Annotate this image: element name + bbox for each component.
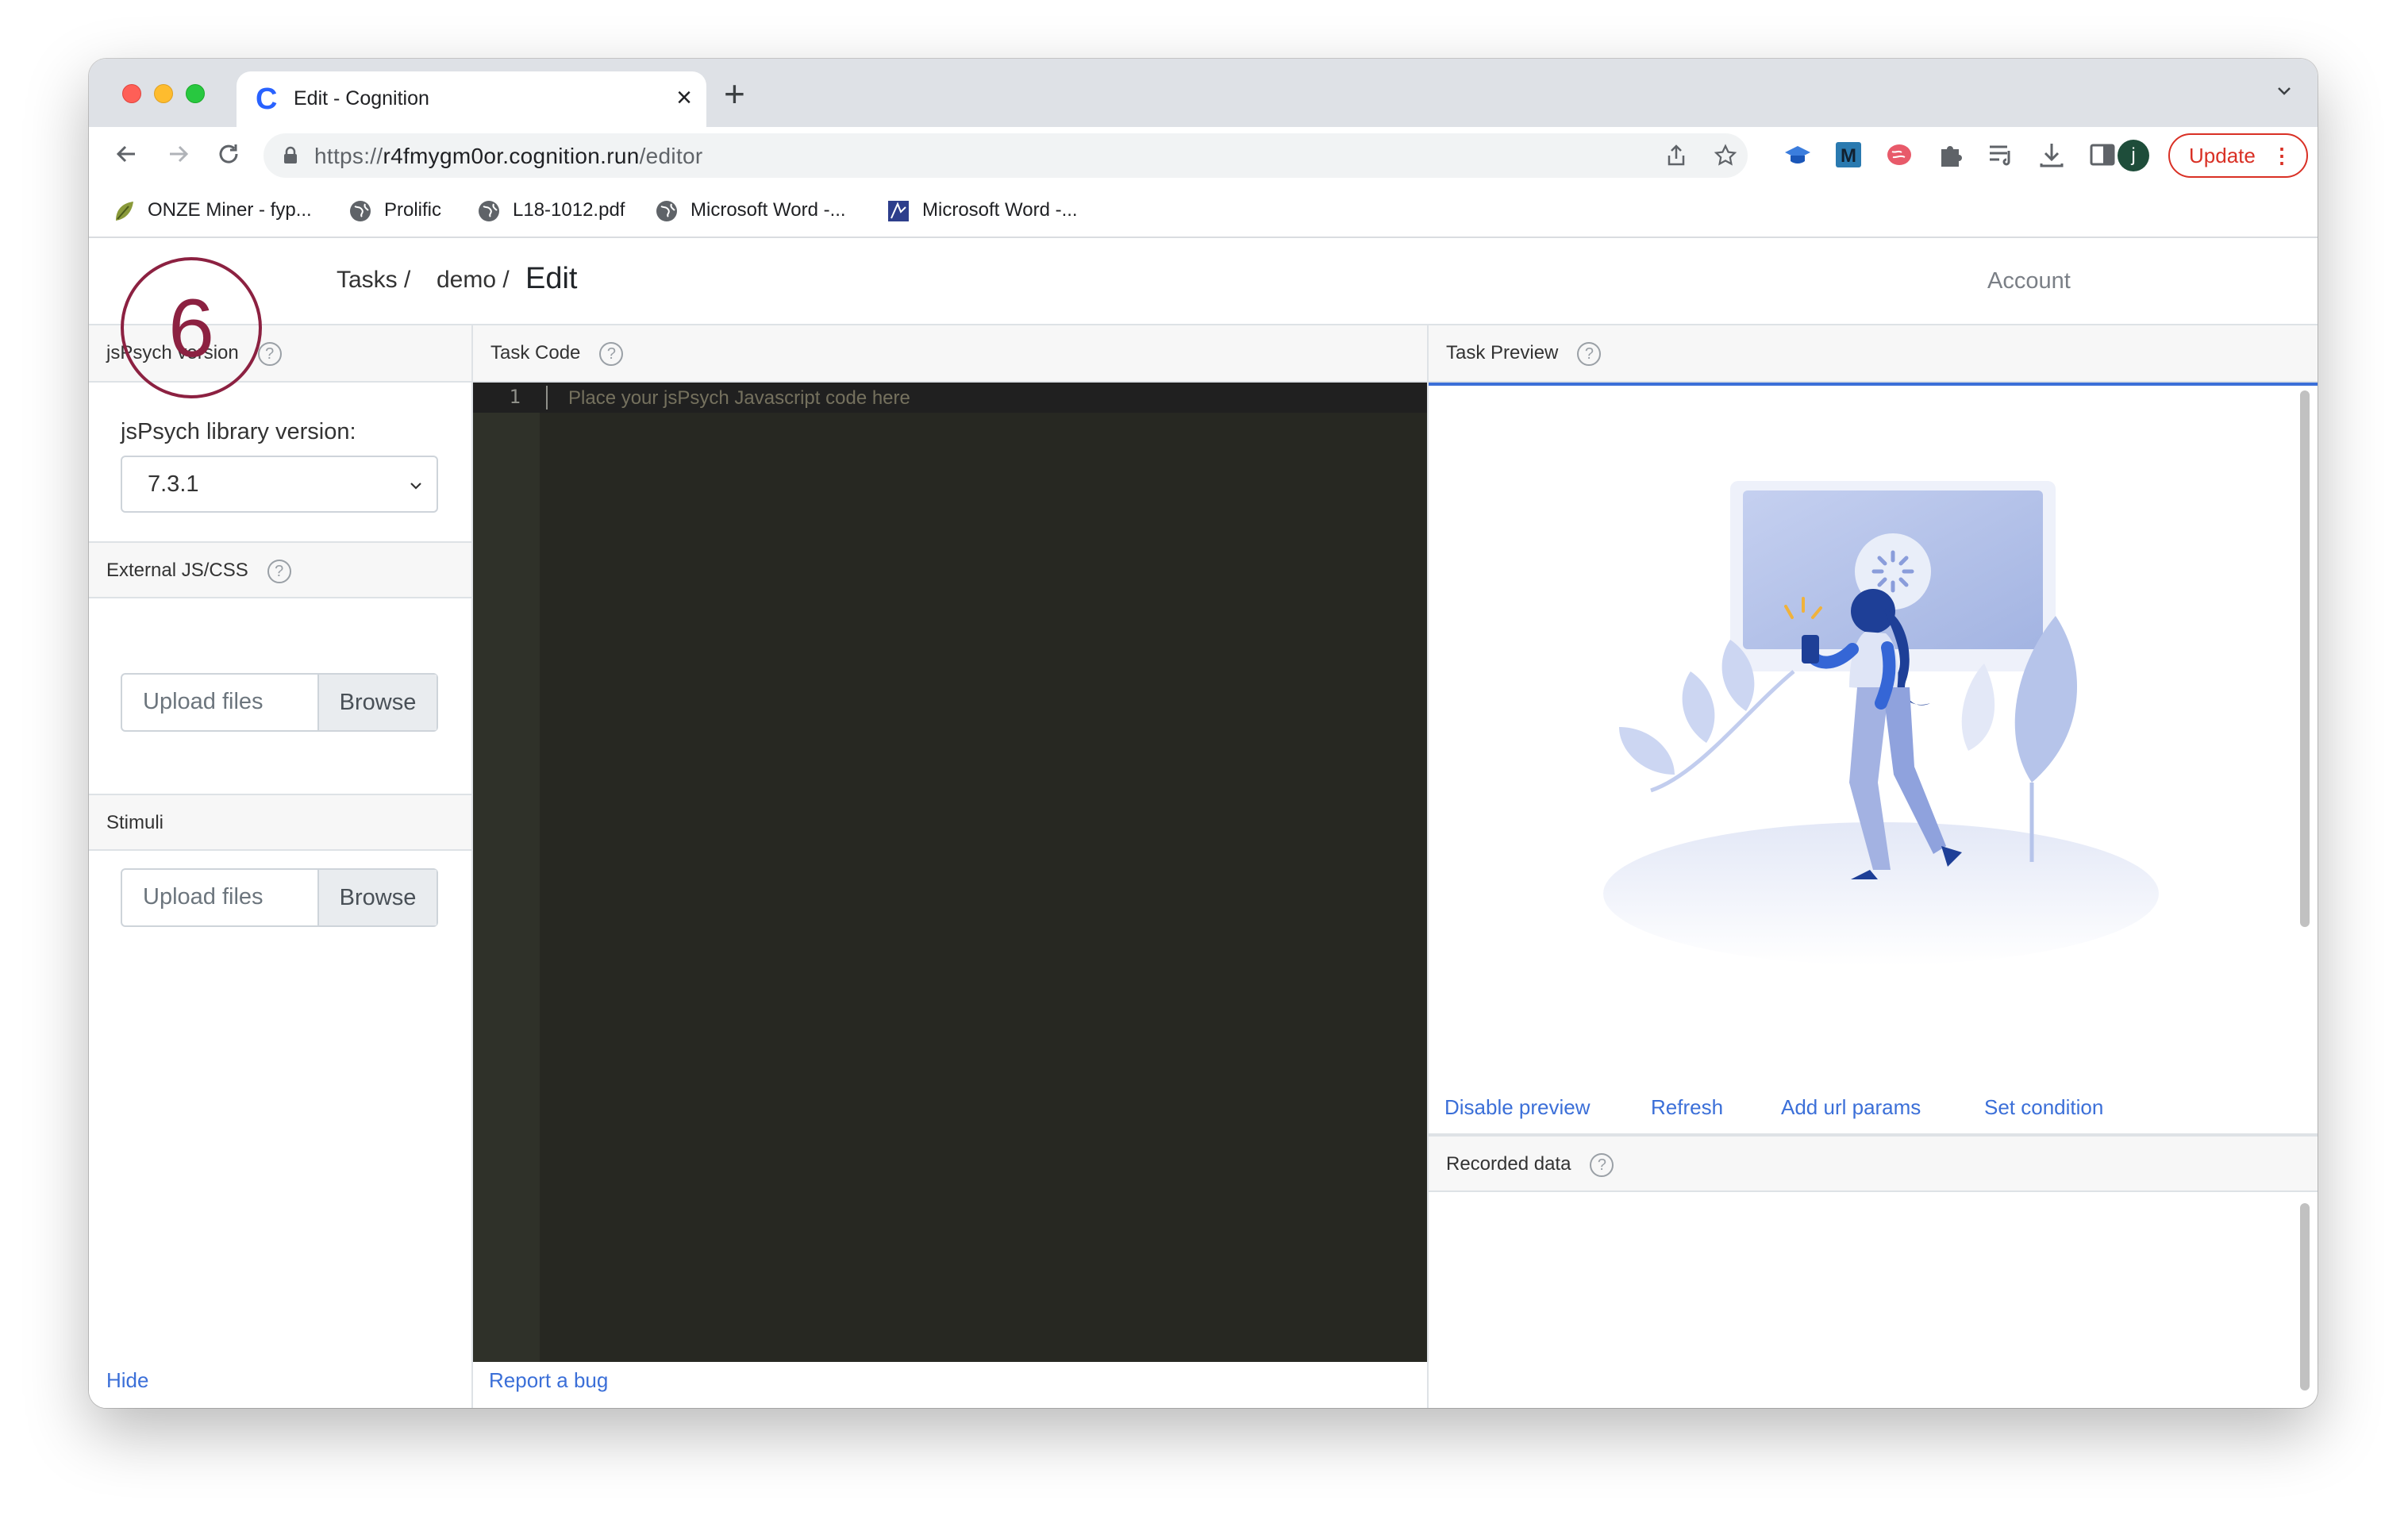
tab-close-icon[interactable]: ×: [676, 83, 692, 113]
browser-window: C Edit - Cognition × + https://r4fmygm0o…: [89, 59, 2318, 1408]
page-title: Edit: [525, 262, 578, 295]
add-url-params-link[interactable]: Add url params: [1781, 1095, 1921, 1120]
help-icon[interactable]: ?: [1590, 1152, 1614, 1177]
set-condition-link[interactable]: Set condition: [1984, 1095, 2103, 1120]
close-window-button[interactable]: [122, 84, 141, 103]
help-icon[interactable]: ?: [267, 559, 291, 583]
external-upload-field[interactable]: Upload files Browse: [121, 673, 438, 732]
globe-icon: [479, 201, 499, 221]
report-bug-link[interactable]: Report a bug: [489, 1368, 608, 1393]
side-panel-icon[interactable]: [2087, 140, 2118, 170]
cognition-app: Tasks / demo / Edit Account 6 jsPsych ve…: [89, 238, 2318, 1408]
address-bar[interactable]: https://r4fmygm0or.cognition.run/editor: [263, 133, 1748, 178]
tab-search-chevron-icon[interactable]: [2275, 81, 2294, 100]
line-number: 1: [509, 386, 521, 408]
reload-icon[interactable]: [213, 138, 244, 170]
code-editor[interactable]: 1 Place your jsPsych Javascript code her…: [473, 383, 1427, 1362]
breadcrumb-demo[interactable]: demo /: [437, 267, 510, 294]
editor-gutter: [473, 383, 540, 1362]
graduation-cap-extension-icon[interactable]: [1783, 140, 1813, 170]
bookmark-microsoft-word-2[interactable]: Microsoft Word -...: [886, 197, 1078, 224]
lock-icon[interactable]: [283, 146, 298, 165]
document-sketch-icon: [888, 201, 909, 221]
code-placeholder: Place your jsPsych Javascript code here: [568, 387, 910, 409]
library-version-select[interactable]: 7.3.1: [121, 456, 438, 513]
refresh-link[interactable]: Refresh: [1651, 1095, 1723, 1120]
m-extension-icon[interactable]: M: [1833, 140, 1864, 170]
disable-preview-link[interactable]: Disable preview: [1444, 1095, 1591, 1120]
upload-placeholder: Upload files: [143, 689, 263, 714]
loading-illustration: [1603, 481, 2159, 965]
new-tab-icon[interactable]: +: [724, 75, 745, 112]
section-title: External JS/CSS: [106, 560, 248, 581]
recorded-data-scrollbar[interactable]: [2300, 1203, 2310, 1390]
section-title: Task Code: [490, 342, 581, 363]
library-version-label: jsPsych library version:: [121, 419, 356, 444]
bookmark-l18-pdf[interactable]: L18-1012.pdf: [476, 197, 625, 224]
account-link[interactable]: Account: [1987, 268, 2071, 294]
browse-button[interactable]: Browse: [317, 870, 437, 925]
task-preview-header: Task Preview?: [1429, 325, 2318, 383]
update-button[interactable]: Update ⋮: [2168, 133, 2308, 178]
preview-actions: Disable preview Refresh Add url params S…: [1429, 1084, 2318, 1135]
download-icon[interactable]: [2037, 140, 2067, 170]
browser-tab-active[interactable]: C Edit - Cognition ×: [237, 71, 706, 127]
help-icon[interactable]: ?: [1577, 341, 1602, 366]
url-text: https://r4fmygm0or.cognition.run/editor: [314, 144, 703, 168]
preview-column: Task Preview? Disable preview Refresh Ad…: [1429, 325, 2318, 1408]
external-js-css-header: External JS/CSS?: [89, 541, 471, 598]
section-title: Recorded data: [1446, 1153, 1571, 1175]
upload-placeholder: Upload files: [143, 884, 263, 910]
annotation-number-badge: 6: [121, 257, 262, 398]
code-column: Task Code? 1 Place your jsPsych Javascri…: [473, 325, 1429, 1408]
profile-avatar[interactable]: j: [2118, 140, 2149, 171]
section-title: Stimuli: [106, 812, 164, 833]
browse-button[interactable]: Browse: [317, 675, 437, 730]
bookmark-onze-miner[interactable]: ONZE Miner - fyp...: [111, 197, 312, 224]
stimuli-upload-field[interactable]: Upload files Browse: [121, 868, 438, 927]
forward-arrow-icon[interactable]: [162, 138, 194, 170]
browser-toolbar: https://r4fmygm0or.cognition.run/editor …: [89, 127, 2318, 183]
breadcrumb-tasks[interactable]: Tasks /: [337, 267, 410, 294]
bookmark-microsoft-word-1[interactable]: Microsoft Word -...: [654, 197, 846, 224]
onze-leaf-icon: [116, 202, 133, 221]
globe-icon: [656, 201, 677, 221]
section-title: Task Preview: [1446, 342, 1559, 363]
select-value: 7.3.1: [148, 471, 199, 497]
globe-icon: [350, 201, 371, 221]
brain-extension-icon[interactable]: [1884, 140, 1914, 170]
settings-column: jsPsych version? jsPsych library version…: [89, 325, 473, 1408]
help-icon[interactable]: ?: [599, 341, 624, 366]
preview-scrollbar[interactable]: [2300, 390, 2310, 927]
back-arrow-icon[interactable]: [111, 138, 143, 170]
stimuli-header: Stimuli: [89, 794, 471, 851]
task-preview-frame[interactable]: [1429, 383, 2318, 1089]
media-queue-icon[interactable]: [1986, 140, 2016, 170]
share-icon[interactable]: [1664, 143, 1689, 168]
chevron-down-icon: [410, 483, 421, 490]
bookmark-star-icon[interactable]: [1713, 143, 1738, 168]
bookmark-prolific[interactable]: Prolific: [348, 197, 441, 224]
bookmarks-bar: ONZE Miner - fyp... Prolific L18-1012.pd…: [89, 183, 2318, 238]
task-code-header: Task Code?: [473, 325, 1427, 383]
svg-text:M: M: [1841, 145, 1856, 167]
tab-strip: C Edit - Cognition × +: [89, 59, 2318, 127]
recorded-data-header: Recorded data?: [1429, 1135, 2318, 1192]
text-cursor: [546, 386, 548, 410]
minimize-window-button[interactable]: [154, 84, 173, 103]
hide-link[interactable]: Hide: [106, 1368, 148, 1393]
tab-title: Edit - Cognition: [294, 87, 429, 110]
app-header: Tasks / demo / Edit Account: [89, 238, 2318, 325]
maximize-window-button[interactable]: [186, 84, 205, 103]
puzzle-extensions-icon[interactable]: [1935, 140, 1965, 170]
more-menu-icon[interactable]: ⋮: [2271, 135, 2292, 176]
help-icon[interactable]: ?: [257, 341, 282, 366]
cognition-favicon-icon: C: [256, 83, 278, 116]
